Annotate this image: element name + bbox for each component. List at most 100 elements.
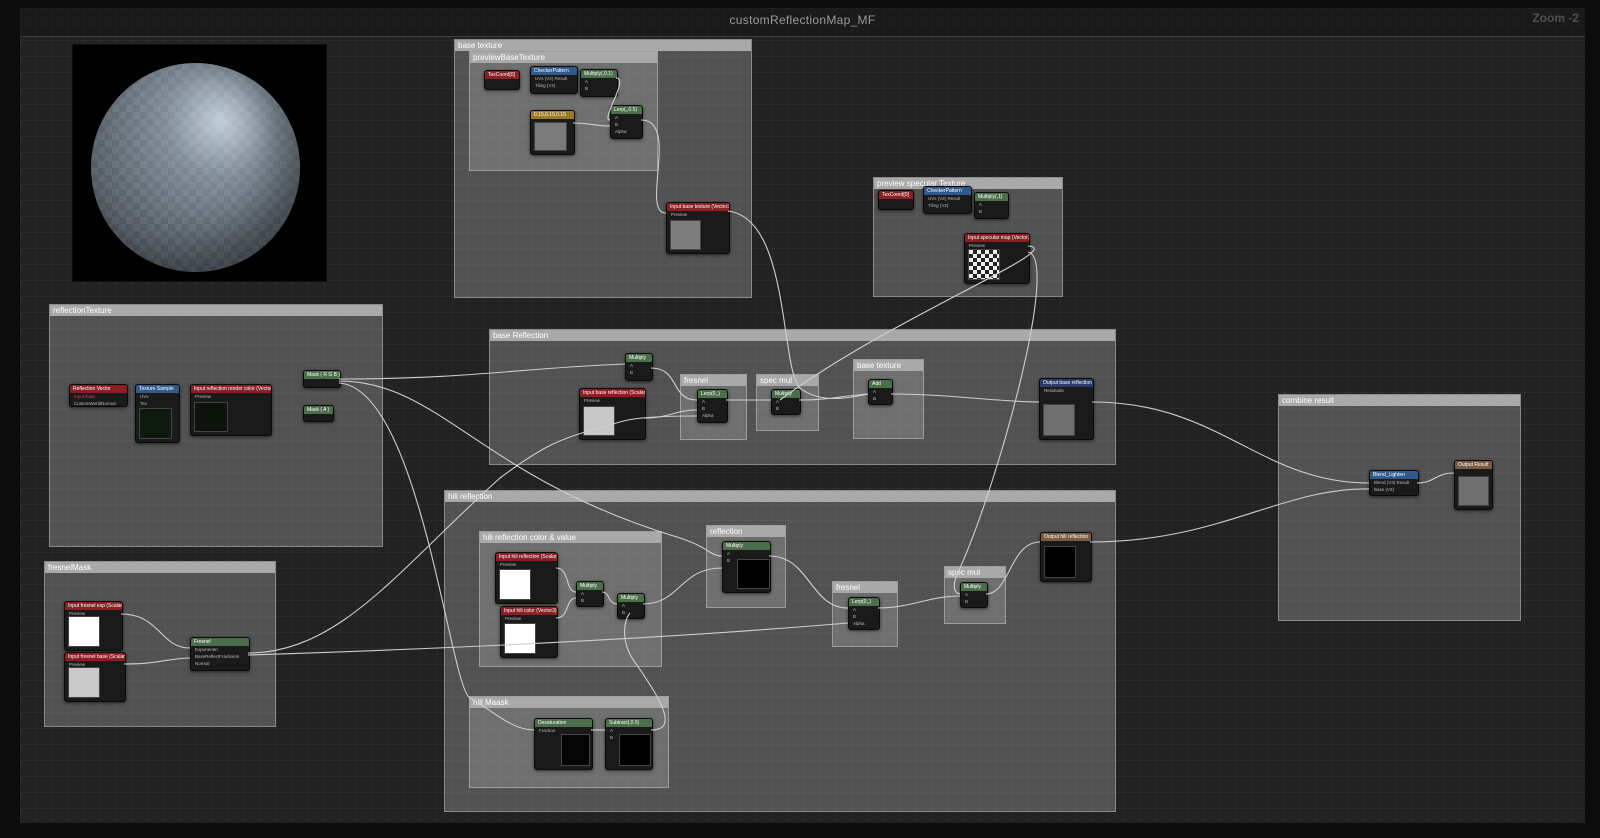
node-reflection-vector[interactable]: Reflection Vector Input Data CustomWorld… [69, 384, 128, 407]
node-input-base-texture[interactable]: Input base texture (Vector3) Preview [666, 202, 730, 254]
node-texcoord[interactable]: TexCoord[0] [878, 190, 914, 210]
node-input-fresnel-exp[interactable]: Input fresnel exp (Scalar) Preview [64, 601, 123, 651]
node-preview [504, 623, 536, 654]
node-title: Multiply [772, 390, 800, 398]
material-graph-canvas[interactable]: customReflectionMap_MF Zoom -2 base text… [20, 8, 1585, 823]
node-input-fresnel-base[interactable]: Input fresnel base (Scalar) Preview [64, 652, 126, 702]
node-output-base-reflection[interactable]: Output base reflection Residuals [1039, 378, 1094, 440]
pin-a: A [873, 389, 877, 394]
pin-b: B [585, 86, 589, 91]
node-fresnel[interactable]: Fresnel ExponentIn BaseReflectFractionIn… [190, 637, 250, 671]
pin-base: Base (V3) [1374, 487, 1395, 492]
node-input-reflection-render-color[interactable]: Input reflection render color (Vector3) … [190, 384, 272, 436]
node-preview [499, 569, 531, 600]
node-title: Texture Sample [136, 385, 179, 393]
node-multiply[interactable]: Multiply A B [625, 353, 653, 381]
group-title: fresnelMask [45, 562, 275, 573]
node-mask-a[interactable]: Mask ( A ) [303, 405, 334, 422]
node-output-hili-reflection[interactable]: Output hili reflection [1040, 532, 1092, 582]
node-desaturation[interactable]: Desaturation Fraction [534, 718, 593, 770]
pin-alpha: Alpha [853, 621, 865, 626]
node-title: Mask ( R G B ) [304, 371, 340, 379]
node-lerp[interactable]: Lerp(0,,) A B Alpha [697, 389, 728, 423]
node-preview [534, 122, 567, 151]
node-output-result[interactable]: Output Result [1454, 460, 1493, 510]
pin-exponent-in: ExponentIn [195, 647, 218, 652]
node-preview [68, 616, 100, 647]
node-input-base-reflection[interactable]: Input base reflection (Scalar) Preview [579, 388, 646, 440]
node-lerp[interactable]: Lerp(0,,) A B Alpha [848, 597, 880, 630]
node-preview [1043, 404, 1075, 436]
node-title: Output hili reflection [1041, 533, 1091, 541]
node-texcoord[interactable]: TexCoord[0] [484, 70, 520, 90]
node-preview [583, 406, 615, 436]
node-input-hili-reflection[interactable]: Input hili reflection (Scalar) Preview [495, 552, 558, 604]
pin-custom-world-normal: CustomWorldNormal [74, 401, 116, 406]
pin-fraction: Fraction [539, 728, 556, 733]
node-multiply[interactable]: Multiply A B [576, 581, 604, 607]
group-title: previewBaseTexture [470, 52, 657, 63]
node-title: Subtract(,0.5) [606, 719, 652, 727]
node-multiply[interactable]: Multiply A B [771, 389, 801, 415]
pin-uvs: UVs (V2) [928, 196, 947, 201]
node-multiply[interactable]: Multiply A B [960, 582, 988, 608]
zoom-level: Zoom -2 [1532, 11, 1579, 25]
pin-a: A [585, 79, 589, 84]
pin-a: A [853, 607, 857, 612]
pin-residuals: Residuals [1044, 388, 1064, 393]
node-title: Input fresnel exp (Scalar) [65, 602, 122, 610]
node-multiply[interactable]: Multiply(,1) A B [974, 192, 1009, 219]
node-mask-rgb[interactable]: Mask ( R G B ) [303, 370, 341, 388]
node-title: Desaturation [535, 719, 592, 727]
pin-a: A [979, 202, 983, 207]
node-title: Multiply [723, 542, 770, 550]
pin-preview: Preview [671, 212, 688, 217]
node-title: Input base reflection (Scalar) [580, 389, 645, 397]
node-lerp[interactable]: Lerp(,,0.5) A B Alpha [610, 105, 643, 139]
group-title: combine result [1279, 395, 1520, 406]
pin-a: A [965, 592, 969, 597]
node-title: Multiply(,0.1) [581, 70, 617, 78]
node-input-specular-map[interactable]: Input specular map (Vector3) Preview [964, 233, 1030, 284]
node-checker-pattern[interactable]: CheckerPattern UVs (V2) Result Tiling (V… [530, 66, 578, 94]
group-title: hili reflection [445, 491, 1115, 502]
group-title: reflection [707, 526, 785, 537]
group-title: fresnel [833, 582, 897, 593]
node-title: Input fresnel base (Scalar) [65, 653, 125, 661]
material-preview-viewport[interactable] [72, 44, 327, 282]
pin-alpha: Alpha [615, 129, 627, 134]
node-preview [737, 559, 770, 589]
pin-b: B [581, 598, 585, 603]
pin-result: Result [554, 76, 568, 81]
node-blend-lighten[interactable]: Blend_Lighten Blend (V3) Result Base (V3… [1369, 470, 1419, 496]
node-title: TexCoord[0] [485, 71, 519, 79]
node-add[interactable]: Add A B [868, 379, 893, 405]
pin-b: B [965, 599, 969, 604]
node-checker-pattern[interactable]: CheckerPattern UVs (V2) Result Tiling (V… [923, 186, 972, 214]
node-multiply[interactable]: Multiply A B [722, 541, 771, 593]
group-title: spec mul [757, 375, 818, 386]
pin-preview: Preview [584, 398, 601, 403]
node-input-hili-color[interactable]: Input hili color (Vector3) Preview [500, 606, 558, 658]
node-multiply[interactable]: Multiply(,0.1) A B [580, 69, 618, 97]
group-title: hili Maask [470, 697, 668, 708]
group-title: base texture [854, 360, 923, 371]
node-preview [1044, 546, 1076, 578]
group-title: reflectionTexture [50, 305, 382, 316]
node-subtitle: Input Data [74, 394, 95, 399]
pin-b: B [873, 396, 877, 401]
pin-preview: Preview [195, 394, 212, 399]
pin-tiling: Tiling (V2) [928, 203, 949, 208]
node-multiply[interactable]: Multiply A B [617, 593, 645, 619]
node-title: Reflection Vector [70, 385, 127, 393]
preview-sphere [91, 63, 300, 272]
node-preview [1458, 476, 1489, 506]
node-subtract[interactable]: Subtract(,0.5) A B [605, 718, 653, 770]
node-texture-sample[interactable]: Texture Sample UVs Tex [135, 384, 180, 443]
node-constant-color[interactable]: 0.15,0.15,0.15 [530, 110, 575, 155]
node-title: Multiply [961, 583, 987, 591]
pin-base-reflect-fraction-in: BaseReflectFractionIn [195, 654, 240, 659]
pin-tex: Tex [140, 401, 148, 406]
node-title: CheckerPattern [531, 67, 577, 75]
node-preview [194, 402, 228, 432]
